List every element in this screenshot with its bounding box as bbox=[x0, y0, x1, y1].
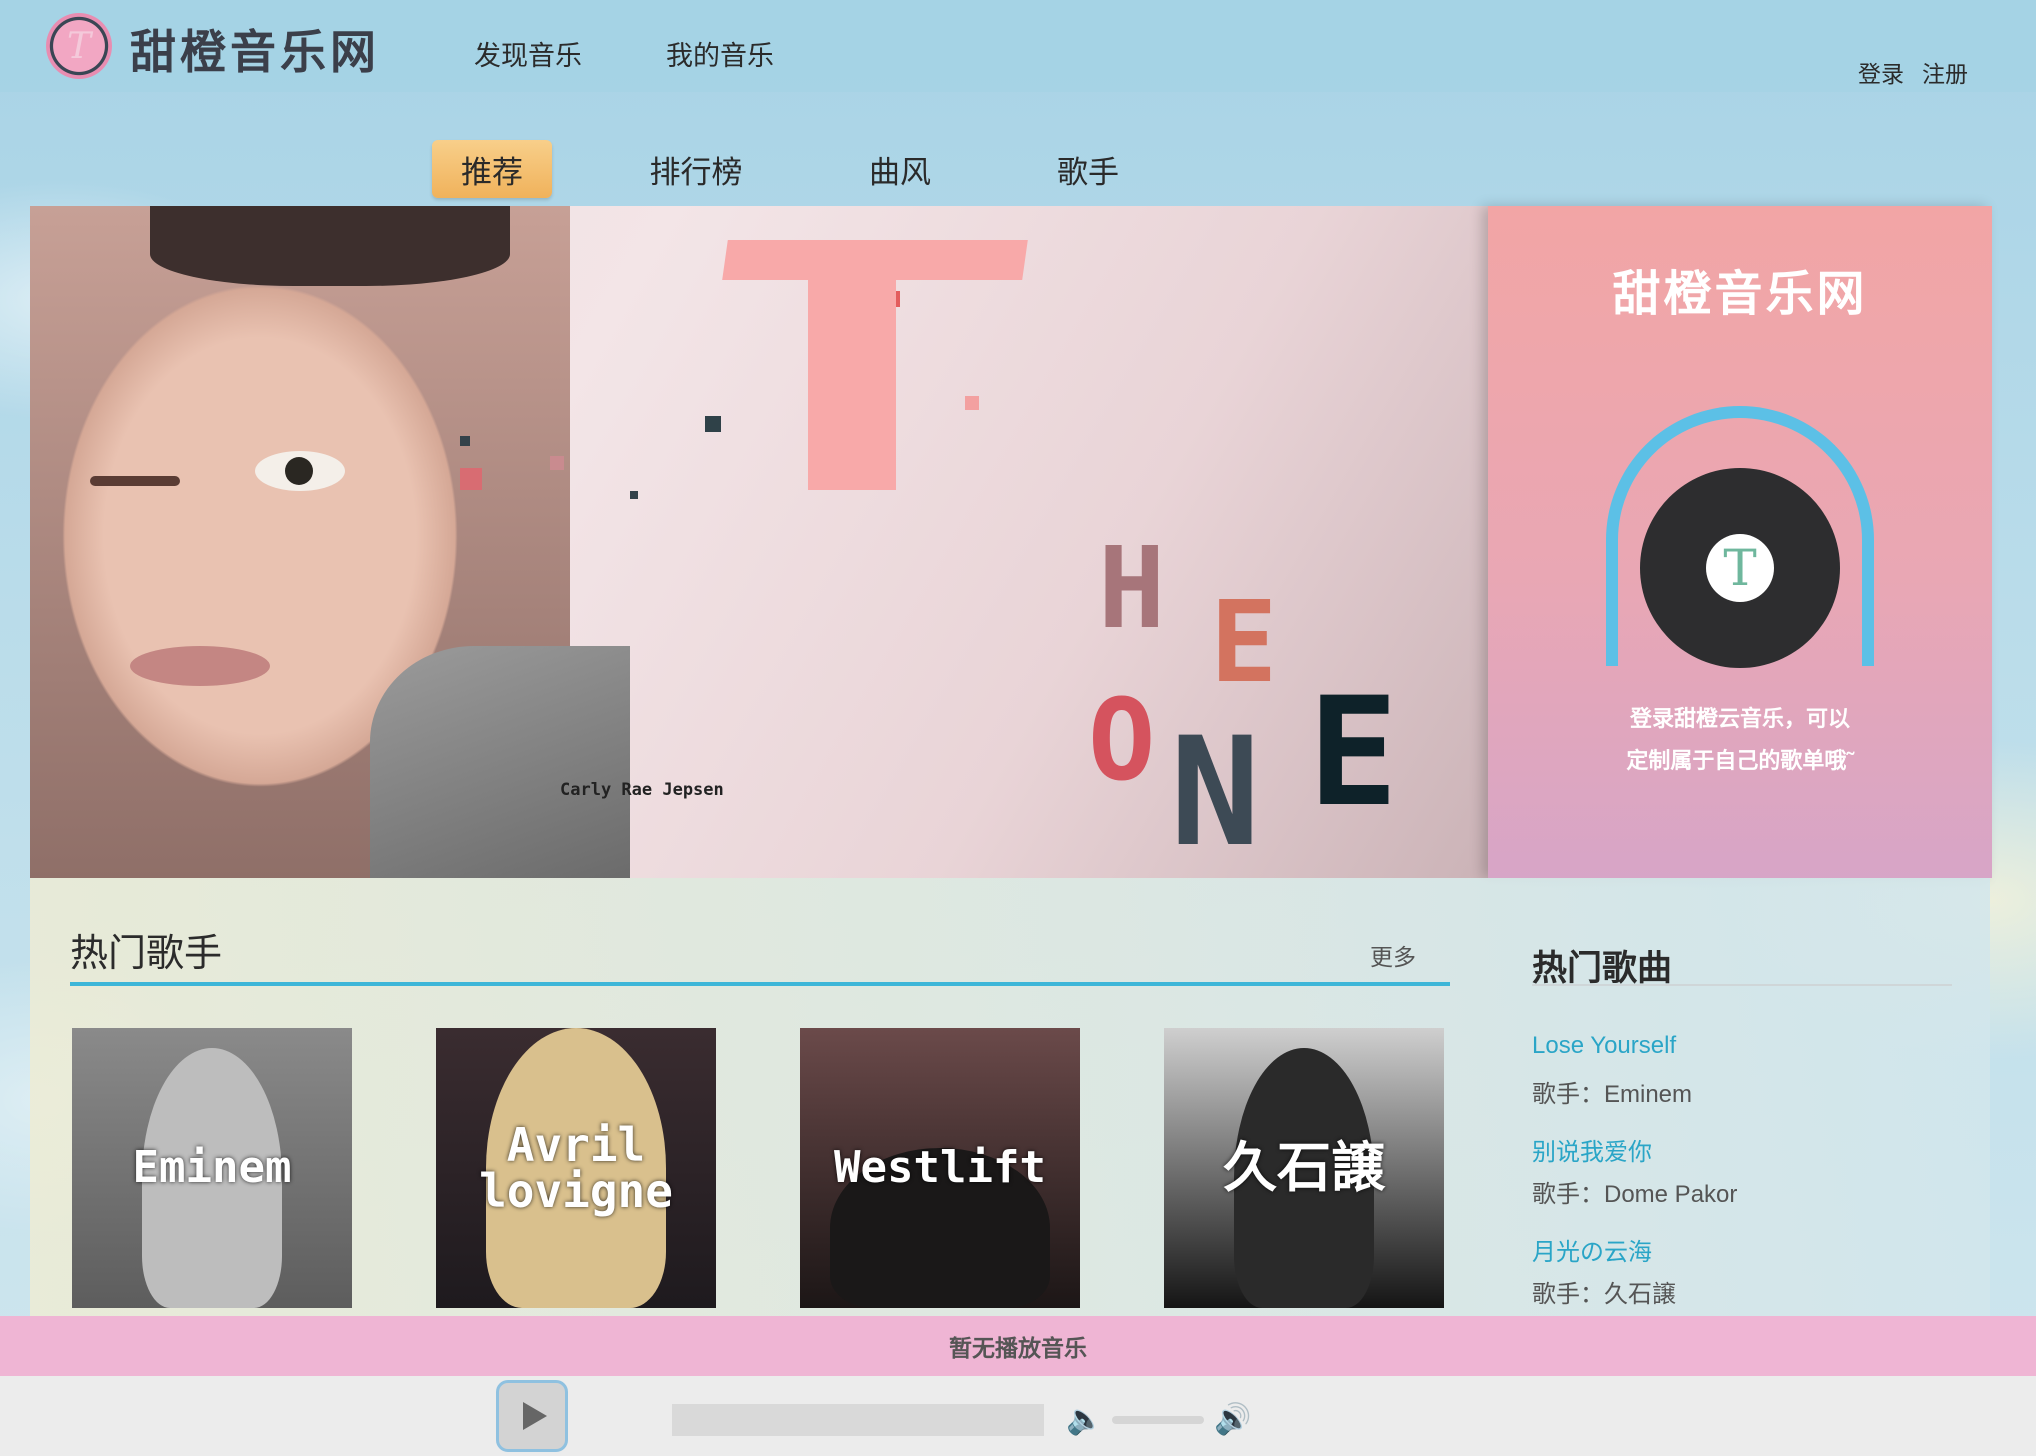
tab-genre[interactable]: 曲风 bbox=[840, 140, 960, 198]
song-link[interactable]: 别说我爱你 bbox=[1532, 1132, 1652, 1167]
promo-title: 甜橙音乐网 bbox=[1612, 268, 1868, 321]
song-link[interactable]: Lose Yourself bbox=[1532, 1032, 1676, 1060]
nav-my-music[interactable]: 我的音乐 bbox=[666, 34, 774, 73]
now-playing-bar: 暂无播放音乐 bbox=[0, 1316, 2036, 1376]
section-divider bbox=[70, 982, 1450, 986]
tab-singers[interactable]: 歌手 bbox=[1028, 140, 1148, 198]
singer-name: Avril lovigne bbox=[479, 1118, 673, 1218]
vinyl-record-icon: T bbox=[1640, 468, 1840, 668]
singer-card-westlife[interactable]: Westlift bbox=[800, 1028, 1080, 1308]
login-link[interactable]: 登录 bbox=[1858, 55, 1904, 89]
volume-mute-icon[interactable]: 🔈 bbox=[1066, 1404, 1103, 1436]
register-link[interactable]: 注册 bbox=[1922, 55, 1968, 89]
play-icon bbox=[523, 1402, 547, 1430]
banner-credit: Carly Rae Jepsen bbox=[560, 780, 724, 800]
song-link[interactable]: 月光の云海 bbox=[1532, 1232, 1652, 1267]
promo-text: 登录甜橙云音乐，可以 定制属于自己的歌单哦˜ bbox=[1488, 698, 1992, 782]
song-artist: 歌手：Dome Pakor bbox=[1532, 1181, 1738, 1208]
singer-card-avril[interactable]: Avril lovigne bbox=[436, 1028, 716, 1308]
singer-name: 久石譲 bbox=[1223, 1136, 1385, 1199]
singer-card-eminem[interactable]: Eminem bbox=[72, 1028, 352, 1308]
logo-icon[interactable]: T bbox=[46, 13, 112, 79]
singer-name: Westlift bbox=[834, 1142, 1046, 1193]
promo-line-1: 登录甜橙云音乐，可以 bbox=[1629, 706, 1850, 731]
banner-letter-o: O bbox=[1088, 676, 1156, 806]
promo-line-2: 定制属于自己的歌单哦˜ bbox=[1626, 748, 1854, 773]
hero-banner[interactable]: H E O N E Carly Rae Jepsen bbox=[30, 206, 1488, 878]
top-navbar: T 甜橙音乐网 发现音乐 我的音乐 登录 注册 bbox=[0, 0, 2036, 92]
play-button[interactable] bbox=[496, 1380, 568, 1452]
hot-songs-divider bbox=[1532, 984, 1952, 986]
banner-letter-n: N bbox=[1170, 706, 1261, 878]
login-promo-card[interactable]: 甜橙音乐网 T 登录甜橙云音乐，可以 定制属于自己的歌单哦˜ bbox=[1488, 206, 1992, 878]
banner-letter-e2: E bbox=[1308, 666, 1399, 840]
banner-portrait bbox=[30, 206, 630, 878]
singer-card-hisaishi[interactable]: 久石譲 bbox=[1164, 1028, 1444, 1308]
logo-letter: T bbox=[66, 25, 91, 67]
singer-name: Eminem bbox=[132, 1142, 292, 1193]
tab-recommend[interactable]: 推荐 bbox=[432, 140, 552, 198]
banner-letter-h: H bbox=[1098, 524, 1166, 654]
now-playing-status: 暂无播放音乐 bbox=[949, 1335, 1087, 1361]
banner-letter-e1: E bbox=[1210, 578, 1278, 708]
more-singers-link[interactable]: 更多 bbox=[1370, 938, 1416, 972]
volume-up-icon[interactable]: 🔊 bbox=[1214, 1404, 1251, 1436]
tab-charts[interactable]: 排行榜 bbox=[636, 140, 756, 198]
content-panel: 热门歌手 更多 Eminem Avril lovigne Westlift 久石… bbox=[30, 878, 1990, 1316]
volume-slider[interactable] bbox=[1112, 1416, 1204, 1424]
nav-discover-music[interactable]: 发现音乐 bbox=[474, 34, 582, 73]
progress-bar[interactable] bbox=[672, 1404, 1044, 1436]
song-artist: 歌手：Eminem bbox=[1532, 1081, 1693, 1108]
hot-singers-title: 热门歌手 bbox=[70, 933, 223, 975]
brand-name[interactable]: 甜橙音乐网 bbox=[130, 16, 380, 82]
song-artist: 歌手：久石譲 bbox=[1532, 1281, 1676, 1308]
banner-letter-t-stem bbox=[808, 240, 896, 490]
vinyl-letter: T bbox=[1706, 534, 1774, 602]
